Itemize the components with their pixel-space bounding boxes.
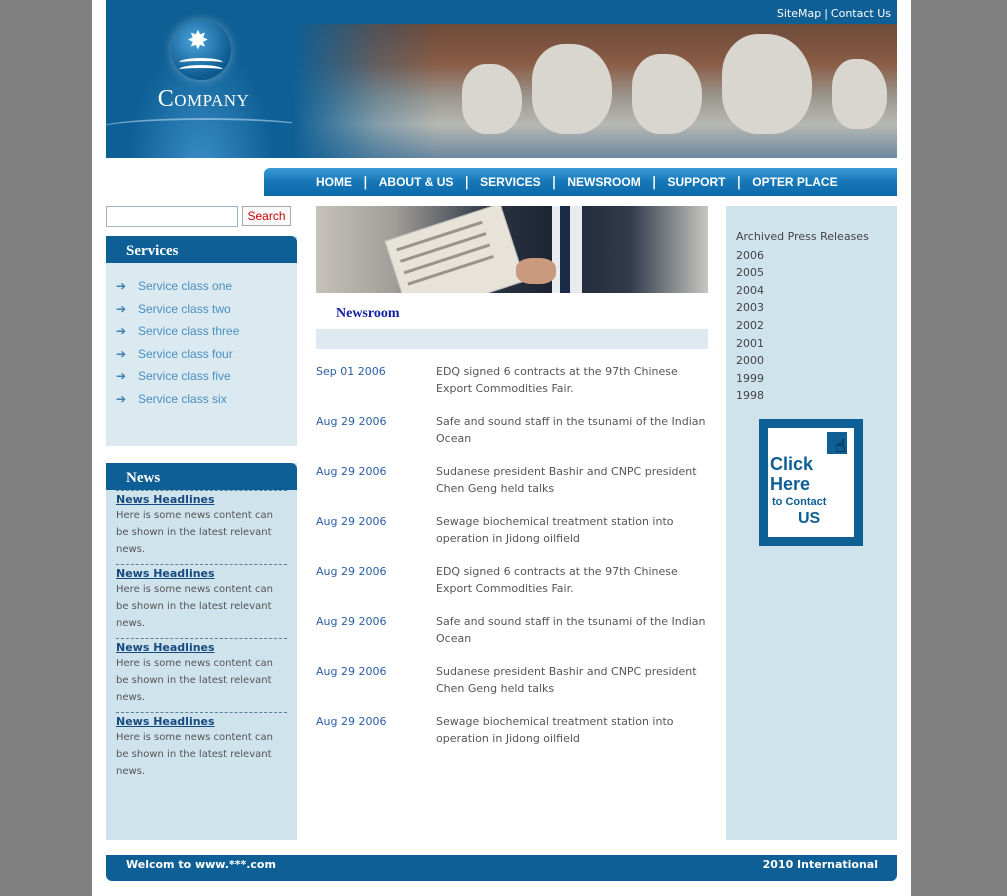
news-title-link[interactable]: Safe and sound staff in the tsunami of t… bbox=[436, 413, 708, 463]
pointer-hand-icon: ☝ bbox=[835, 436, 846, 457]
news-date: Aug 29 2006 bbox=[316, 615, 387, 628]
news-text: Here is some news content can be shown i… bbox=[116, 584, 273, 629]
logo[interactable]: ✸ Company bbox=[106, 0, 316, 158]
main-nav: HOME | ABOUT & US | SERVICES | NEWSROOM … bbox=[264, 168, 897, 196]
news-text: Here is some news content can be shown i… bbox=[116, 510, 273, 555]
page-container: ✸ Company SiteMap | Contact Us HOME | ABOU… bbox=[92, 0, 911, 896]
newsroom-list: Sep 01 2006 EDQ signed 6 contracts at the… bbox=[316, 363, 708, 763]
contact-us-link[interactable]: Contact Us bbox=[831, 7, 891, 20]
list-item: Aug 29 2006 Safe and sound staff in the t… bbox=[316, 413, 708, 463]
news-title-link[interactable]: Sudanese president Bashir and CNPC presi… bbox=[436, 463, 708, 513]
newsroom-section: Newsroom Sep 01 2006 EDQ signed 6 contrac… bbox=[316, 206, 708, 763]
archive-year-link[interactable]: 2001 bbox=[736, 335, 869, 353]
news-title-link[interactable]: Sudanese president Bashir and CNPC presi… bbox=[436, 663, 708, 713]
arrow-right-icon: ➔ bbox=[116, 369, 127, 383]
contact-us-banner[interactable]: ☝ Click Here to Contact US bbox=[759, 419, 863, 546]
list-item: Aug 29 2006 Sudanese president Bashir and… bbox=[316, 663, 708, 713]
header-fountain-photo bbox=[292, 24, 897, 158]
archive-year-link[interactable]: 1999 bbox=[736, 370, 869, 388]
right-sidebar: Archived Press Releases 2006 2005 2004 2… bbox=[726, 206, 897, 840]
news-item: News Headlines Here is some news content… bbox=[116, 564, 287, 638]
news-title-link[interactable]: Safe and sound staff in the tsunami of t… bbox=[436, 613, 708, 663]
archive-year-link[interactable]: 2005 bbox=[736, 264, 869, 282]
news-date: Sep 01 2006 bbox=[316, 365, 386, 378]
logo-emblem-icon: ✸ bbox=[171, 20, 231, 80]
service-item[interactable]: ➔ Service class three bbox=[116, 320, 297, 343]
news-date: Aug 29 2006 bbox=[316, 465, 387, 478]
news-item: News Headlines Here is some news content… bbox=[116, 490, 287, 564]
footer-copyright: 2010 International bbox=[762, 858, 878, 871]
footer: Welcom to www.***.com 2010 International bbox=[106, 855, 897, 881]
service-item[interactable]: ➔ Service class four bbox=[116, 343, 297, 366]
news-panel: News News Headlines Here is some news co… bbox=[106, 463, 297, 840]
archive-year-link[interactable]: 2003 bbox=[736, 299, 869, 317]
arrow-right-icon: ➔ bbox=[116, 346, 127, 361]
footer-welcome: Welcom to www.***.com bbox=[126, 858, 276, 871]
service-item[interactable]: ➔ Service class two bbox=[116, 298, 297, 321]
news-headline-link[interactable]: News Headlines bbox=[116, 715, 287, 728]
logo-swoosh bbox=[106, 118, 316, 140]
nav-support[interactable]: SUPPORT bbox=[667, 175, 725, 189]
nav-other-place[interactable]: OPTER PLACE bbox=[752, 175, 837, 189]
nav-home[interactable]: HOME bbox=[316, 175, 352, 189]
news-title-link[interactable]: Sewage biochemical treatment station int… bbox=[436, 713, 708, 763]
top-links: SiteMap | Contact Us bbox=[776, 7, 891, 20]
news-date: Aug 29 2006 bbox=[316, 565, 387, 578]
news-text: Here is some news content can be shown i… bbox=[116, 732, 273, 777]
archive-year-link[interactable]: 1998 bbox=[736, 387, 869, 405]
archive-year-link[interactable]: 2004 bbox=[736, 282, 869, 300]
list-item: Aug 29 2006 Safe and sound staff in the t… bbox=[316, 613, 708, 663]
news-heading: News bbox=[106, 463, 297, 490]
archive-year-link[interactable]: 2002 bbox=[736, 317, 869, 335]
service-item[interactable]: ➔ Service class five bbox=[116, 365, 297, 388]
newspaper-photo bbox=[316, 206, 708, 293]
news-date: Aug 29 2006 bbox=[316, 415, 387, 428]
service-item[interactable]: ➔ Service class six bbox=[116, 388, 297, 411]
news-item: News Headlines Here is some news content… bbox=[116, 638, 287, 712]
sitemap-link[interactable]: SiteMap bbox=[777, 7, 821, 20]
arrow-right-icon: ➔ bbox=[116, 301, 127, 316]
services-panel: Services ➔ Service class one ➔ Service cla… bbox=[106, 236, 297, 446]
news-date: Aug 29 2006 bbox=[316, 515, 387, 528]
news-date: Aug 29 2006 bbox=[316, 715, 387, 728]
services-heading: Services bbox=[106, 236, 297, 263]
nav-newsroom[interactable]: NEWSROOM bbox=[567, 175, 640, 189]
arrow-right-icon: ➔ bbox=[116, 279, 127, 293]
news-text: Here is some news content can be shown i… bbox=[116, 658, 273, 703]
list-item: Aug 29 2006 Sewage biochemical treatment … bbox=[316, 513, 708, 563]
news-headline-link[interactable]: News Headlines bbox=[116, 493, 287, 506]
search-input[interactable] bbox=[106, 206, 238, 227]
newsroom-bar bbox=[316, 329, 708, 349]
archive-list: Archived Press Releases 2006 2005 2004 2… bbox=[736, 228, 869, 405]
newsroom-title: Newsroom bbox=[336, 306, 400, 321]
list-item: Aug 29 2006 Sewage biochemical treatment … bbox=[316, 713, 708, 763]
arrow-right-icon: ➔ bbox=[116, 391, 127, 406]
news-title-link[interactable]: EDQ signed 6 contracts at the 97th Chine… bbox=[436, 363, 708, 413]
news-date: Aug 29 2006 bbox=[316, 665, 387, 678]
news-item: News Headlines Here is some news content… bbox=[116, 712, 287, 786]
list-item: Aug 29 2006 EDQ signed 6 contracts at the… bbox=[316, 563, 708, 613]
archive-year-link[interactable]: 2006 bbox=[736, 247, 869, 265]
logo-text: Company bbox=[157, 86, 250, 112]
header-banner: ✸ Company SiteMap | Contact Us bbox=[106, 0, 897, 158]
news-headline-link[interactable]: News Headlines bbox=[116, 641, 287, 654]
news-title-link[interactable]: EDQ signed 6 contracts at the 97th Chine… bbox=[436, 563, 708, 613]
news-headline-link[interactable]: News Headlines bbox=[116, 567, 287, 580]
archive-label: Archived Press Releases bbox=[736, 230, 869, 243]
service-item[interactable]: ➔ Service class one bbox=[116, 275, 297, 298]
arrow-right-icon: ➔ bbox=[116, 324, 127, 338]
list-item: Aug 29 2006 Sudanese president Bashir and… bbox=[316, 463, 708, 513]
nav-services[interactable]: SERVICES bbox=[480, 175, 540, 189]
news-title-link[interactable]: Sewage biochemical treatment station int… bbox=[436, 513, 708, 563]
nav-about-us[interactable]: ABOUT & US bbox=[379, 175, 454, 189]
list-item: Sep 01 2006 EDQ signed 6 contracts at the… bbox=[316, 363, 708, 413]
archive-year-link[interactable]: 2000 bbox=[736, 352, 869, 370]
search-button[interactable]: Search bbox=[242, 206, 291, 226]
